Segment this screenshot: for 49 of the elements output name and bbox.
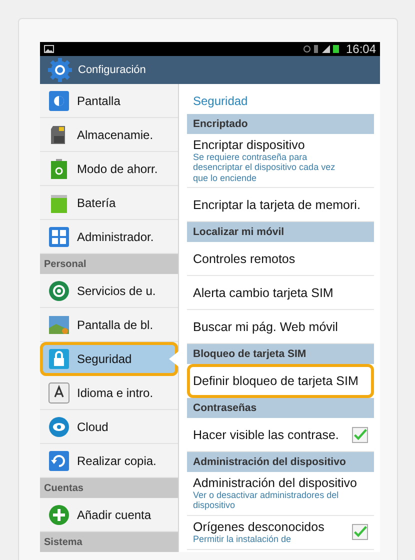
category-header: Encriptado xyxy=(187,114,374,134)
settings-row[interactable]: Definir bloqueo de tarjeta SIM xyxy=(187,364,374,398)
sidebar-item[interactable]: Idioma e intro. xyxy=(40,376,178,410)
sidebar-item[interactable]: Modo de ahorr. xyxy=(40,152,178,186)
section-title: Seguridad xyxy=(192,93,249,110)
row-summary: Permitir la instalación de xyxy=(193,534,292,544)
category-header: Bloqueo de tarjeta SIM xyxy=(187,344,374,364)
letter-icon xyxy=(48,382,70,404)
plus-icon xyxy=(48,504,70,526)
image-icon xyxy=(44,45,54,53)
checkbox[interactable] xyxy=(352,426,368,443)
sidebar-item[interactable]: Seguridad xyxy=(40,342,178,376)
row-title: Encriptar dispositivo xyxy=(193,138,306,152)
row-title: Orígenes desconocidos xyxy=(193,520,326,534)
sidebar-item[interactable]: Almacenamie. xyxy=(40,118,178,152)
settings-row[interactable]: Alerta cambio tarjeta SIM xyxy=(187,276,374,310)
padlock-icon xyxy=(48,348,70,370)
category-header: Contraseñas xyxy=(187,398,374,418)
row-title: Hacer visible las contrase. xyxy=(193,428,340,442)
sidebar-item[interactable]: Servicios de u. xyxy=(40,274,178,308)
row-title: Alerta cambio tarjeta SIM xyxy=(193,286,334,300)
settings-row[interactable]: Orígenes desconocidos Permitir la instalación de xyxy=(187,516,374,550)
recycle-battery-icon xyxy=(48,158,70,180)
settings-row[interactable]: Administración del dispositivo Ver o desactivar administradores del dispositivo xyxy=(187,472,374,516)
row-title: Administración del dispositivo xyxy=(193,476,358,490)
section-header: Cuentas xyxy=(40,478,178,498)
row-title: Definir bloqueo de tarjeta SIM xyxy=(193,374,360,388)
gear-icon[interactable] xyxy=(48,58,72,82)
sidebar-item[interactable]: Batería xyxy=(40,186,178,220)
category-header: Localizar mi móvil xyxy=(187,222,374,242)
settings-row[interactable]: Controles remotos xyxy=(187,242,374,276)
grid-icon xyxy=(48,226,70,248)
row-summary: Se requiere contraseña para desencriptar el dispositivo cada vez que lo enciende xyxy=(193,152,336,184)
status-time: 16:04 xyxy=(346,42,376,56)
sidebar-item[interactable]: Pantalla xyxy=(40,84,178,118)
refresh-icon xyxy=(48,450,70,472)
target-icon xyxy=(48,280,70,302)
landscape-icon xyxy=(48,314,70,336)
section-header: Personal xyxy=(40,254,178,274)
row-title: Buscar mi pág. Web móvil xyxy=(193,320,339,334)
settings-row[interactable]: Encriptar dispositivo Se requiere contraseña para desencriptar el dispositivo cada vez que lo enciende xyxy=(187,134,374,188)
row-title: Controles remotos xyxy=(193,252,296,266)
sidebar-item[interactable]: Cloud xyxy=(40,410,178,444)
app-title: Configuración xyxy=(78,64,146,76)
section-header: Sistema xyxy=(40,532,178,552)
row-summary: Ver o desactivar administradores del dispositivo xyxy=(193,490,340,511)
checkbox[interactable] xyxy=(352,524,368,540)
row-title: Encriptar la tarjeta de memori. xyxy=(193,198,362,212)
category-header: Administración del dispositivo xyxy=(187,452,374,472)
